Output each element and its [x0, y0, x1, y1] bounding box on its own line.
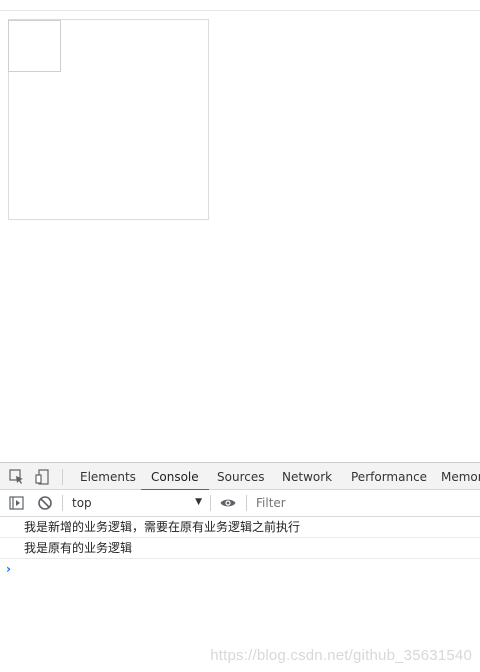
tab-network[interactable]: Network	[282, 463, 332, 490]
clear-console-icon[interactable]	[36, 494, 54, 512]
tab-performance[interactable]: Performance	[351, 463, 427, 490]
tab-memory[interactable]: Memor	[441, 463, 480, 490]
toolbar-separator	[210, 495, 211, 511]
context-selector[interactable]: top ▼	[62, 490, 208, 516]
devtools-tabbar: Elements Console Sources Network Perform…	[0, 462, 480, 491]
console-message: 我是新增的业务逻辑，需要在原有业务逻辑之前执行	[0, 517, 480, 538]
device-toggle-icon[interactable]	[34, 468, 52, 486]
console-message-text: 我是原有的业务逻辑	[24, 541, 133, 555]
context-label: top	[72, 496, 92, 510]
console-output: 我是新增的业务逻辑，需要在原有业务逻辑之前执行 我是原有的业务逻辑	[0, 517, 480, 559]
toolbar-separator	[246, 495, 247, 511]
filter-input[interactable]	[250, 493, 475, 513]
tabbar-separator	[62, 469, 63, 485]
devtools-panel: Elements Console Sources Network Perform…	[0, 462, 480, 672]
console-message-text: 我是新增的业务逻辑，需要在原有业务逻辑之前执行	[24, 520, 301, 534]
tab-elements[interactable]: Elements	[80, 463, 136, 490]
watermark: https://blog.csdn.net/github_35631540	[210, 647, 472, 664]
sidebar-toggle-icon[interactable]	[8, 494, 26, 512]
tab-sources[interactable]: Sources	[217, 463, 264, 490]
eye-icon[interactable]	[219, 494, 237, 512]
inner-box	[8, 20, 61, 72]
console-message: 我是原有的业务逻辑	[0, 538, 480, 559]
tab-console[interactable]: Console	[141, 463, 209, 491]
page-divider	[0, 10, 480, 11]
dropdown-arrow-icon: ▼	[195, 497, 202, 507]
element-picker-icon[interactable]	[8, 468, 26, 486]
console-toolbar: top ▼	[0, 490, 480, 517]
console-prompt[interactable]: ›	[6, 562, 11, 576]
